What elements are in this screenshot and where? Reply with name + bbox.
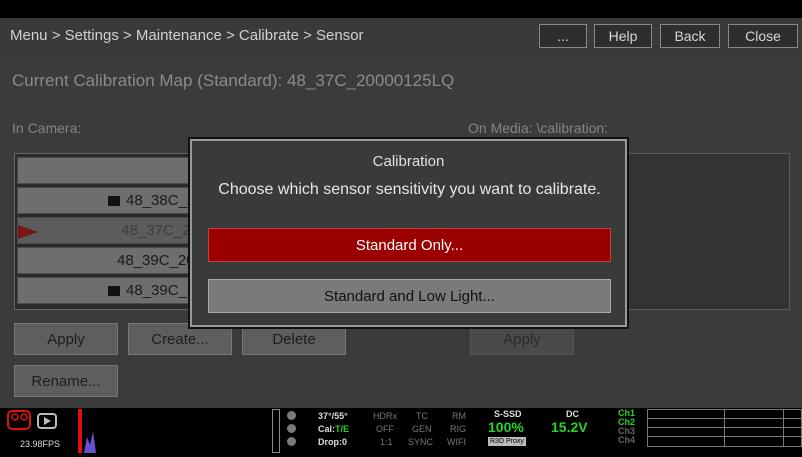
back-button[interactable]: Back — [660, 24, 720, 48]
tc-label: TC — [416, 411, 428, 421]
status-dot-icon — [287, 437, 296, 446]
histogram-icon — [84, 431, 96, 453]
proxy-badge: R3D Proxy — [488, 437, 526, 446]
cal-label: Cal: — [318, 424, 336, 434]
standard-and-low-light-button[interactable]: Standard and Low Light... — [208, 279, 611, 313]
calibration-dialog: Calibration Choose which sensor sensitiv… — [190, 139, 627, 327]
r3d-file-icon — [108, 195, 121, 206]
more-button[interactable]: ... — [539, 24, 587, 48]
help-button[interactable]: Help — [594, 24, 652, 48]
sync-label: SYNC — [408, 437, 434, 447]
create-button[interactable]: Create... — [128, 323, 232, 355]
cal-value: T/E — [335, 424, 350, 434]
rm-label: RM — [452, 411, 466, 421]
media-percent: 100% — [488, 419, 524, 435]
tc-value: GEN — [412, 424, 432, 434]
list-item-label: 48_37C_20 — [121, 222, 199, 239]
power-voltage: 15.2V — [551, 419, 588, 435]
wifi-label: WIFI — [447, 437, 466, 447]
channel-4: Ch4 — [618, 435, 636, 445]
power-label: DC — [566, 409, 579, 419]
cal-readout: Cal:T/E — [318, 424, 349, 434]
apply-button[interactable]: Apply — [14, 323, 118, 355]
breadcrumb: Menu > Settings > Maintenance > Calibrat… — [10, 27, 364, 44]
audio-meter-tick — [783, 409, 784, 447]
selection-marker-icon — [18, 225, 38, 239]
standard-only-button[interactable]: Standard Only... — [208, 228, 611, 262]
hdrx-label: HDRx — [373, 411, 397, 421]
hdrx-ratio: 1:1 — [380, 437, 393, 447]
delete-button[interactable]: Delete — [242, 323, 346, 355]
audio-meter-tick — [724, 409, 725, 447]
r3d-file-icon — [108, 285, 121, 296]
current-calibration-map: Current Calibration Map (Standard): 48_3… — [12, 71, 455, 90]
record-level-bar — [78, 409, 82, 453]
camera-record-icon — [7, 410, 57, 430]
media-label: S-SSD — [494, 409, 522, 419]
camera-ui: Menu > Settings > Maintenance > Calibrat… — [0, 0, 802, 457]
close-button[interactable]: Close — [728, 24, 798, 48]
fps-readout: 23.98FPS — [20, 439, 61, 449]
temperature-readout: 37°/55° — [318, 411, 348, 421]
rename-button[interactable]: Rename... — [14, 365, 118, 397]
status-dot-icon — [287, 411, 296, 420]
on-media-label: On Media: \calibration: — [468, 120, 609, 136]
drop-readout: Drop:0 — [318, 437, 347, 447]
in-camera-label: In Camera: — [12, 120, 82, 136]
status-dot-icon — [287, 424, 296, 433]
apply-media-button[interactable]: Apply — [470, 323, 574, 355]
dialog-message: Choose which sensor sensitivity you want… — [218, 181, 601, 198]
vu-meter — [272, 409, 280, 453]
hdrx-value: OFF — [376, 424, 394, 434]
dialog-title: Calibration — [372, 153, 445, 170]
rig-label: RIG — [450, 424, 467, 434]
